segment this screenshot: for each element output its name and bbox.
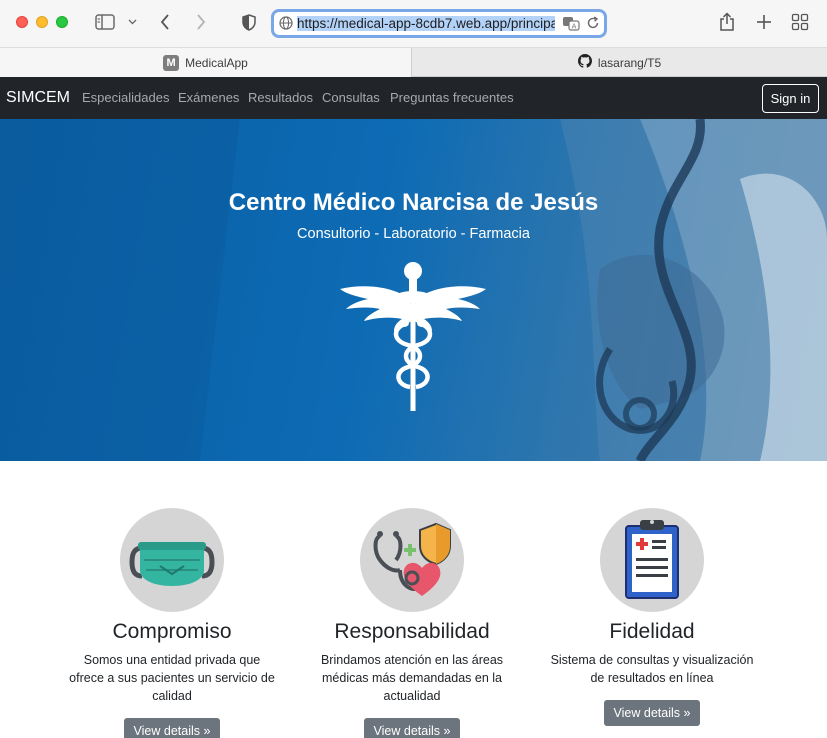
translate-icon[interactable]: A [562, 16, 580, 36]
nav-resultados[interactable]: Resultados [248, 90, 313, 106]
globe-icon [279, 16, 293, 35]
tab-overview-icon[interactable] [790, 11, 810, 33]
feature-title: Fidelidad [609, 620, 695, 643]
new-tab-plus-icon[interactable] [754, 11, 774, 33]
view-details-button[interactable]: View details » [123, 718, 221, 738]
tab-medicalapp[interactable]: M MedicalApp [0, 48, 411, 77]
tab-title: lasarang/T5 [597, 55, 662, 70]
view-details-button[interactable]: View details » [603, 700, 701, 726]
feature-text: Sistema de consultas y visualización de … [550, 653, 754, 685]
stethoscope-heart-icon [360, 508, 464, 612]
svg-text:A: A [572, 23, 577, 31]
sidebar-toggle-icon[interactable] [94, 11, 116, 33]
feature-title: Responsabilidad [334, 620, 490, 643]
privacy-shield-icon[interactable] [240, 11, 258, 33]
brand-logo-text[interactable]: SIMCEM [6, 89, 70, 107]
forward-arrow-icon[interactable] [192, 11, 210, 33]
hero-banner: Centro Médico Narcisa de Jesús Consultor… [0, 119, 827, 461]
caduceus-logo-icon [340, 262, 486, 411]
chevron-down-icon[interactable] [126, 11, 138, 33]
zoom-window-button[interactable] [56, 16, 68, 28]
feature-fidelidad: Fidelidad Sistema de consultas y visuali… [532, 508, 772, 726]
tab-favicon-m: M [163, 54, 180, 71]
minimize-window-button[interactable] [36, 16, 48, 28]
clipboard-icon [600, 508, 704, 612]
tab-title: MedicalApp [185, 55, 248, 70]
view-details-button[interactable]: View details » [363, 718, 461, 738]
feature-text: Somos una entidad privada que ofrece a s… [69, 653, 275, 703]
sign-in-button[interactable]: Sign in [762, 84, 819, 113]
browser-toolbar: https://medical-app-8cdb7.web.app/princi… [0, 0, 827, 47]
back-arrow-icon[interactable] [156, 11, 174, 33]
feature-title: Compromiso [112, 620, 232, 643]
address-bar[interactable]: https://medical-app-8cdb7.web.app/princi… [271, 9, 607, 38]
hero-title: Centro Médico Narcisa de Jesús [228, 189, 599, 216]
share-icon[interactable] [717, 11, 737, 33]
url-text[interactable]: https://medical-app-8cdb7.web.app/princi… [297, 15, 555, 32]
github-icon [577, 54, 592, 71]
nav-consultas[interactable]: Consultas [322, 90, 380, 106]
hero-subtitle: Consultorio - Laboratorio - Farmacia [297, 226, 530, 242]
feature-text: Brindamos atención en las áreas médicas … [320, 653, 504, 703]
tab-github[interactable]: lasarang/T5 [411, 48, 827, 77]
face-mask-icon [120, 508, 224, 612]
tab-bar: M MedicalApp lasarang/T5 [0, 47, 827, 77]
nav-preguntas-frecuentes[interactable]: Preguntas frecuentes [390, 90, 514, 106]
close-window-button[interactable] [16, 16, 28, 28]
site-navbar: SIMCEM Especialidades Exámenes Resultado… [0, 77, 827, 119]
feature-compromiso: Compromiso Somos una entidad privada que… [52, 508, 292, 738]
nav-especialidades[interactable]: Especialidades [82, 90, 169, 106]
reload-icon[interactable] [586, 16, 600, 35]
feature-responsabilidad: Responsabilidad Brindamos atención en la… [292, 508, 532, 738]
nav-examenes[interactable]: Exámenes [178, 90, 239, 106]
